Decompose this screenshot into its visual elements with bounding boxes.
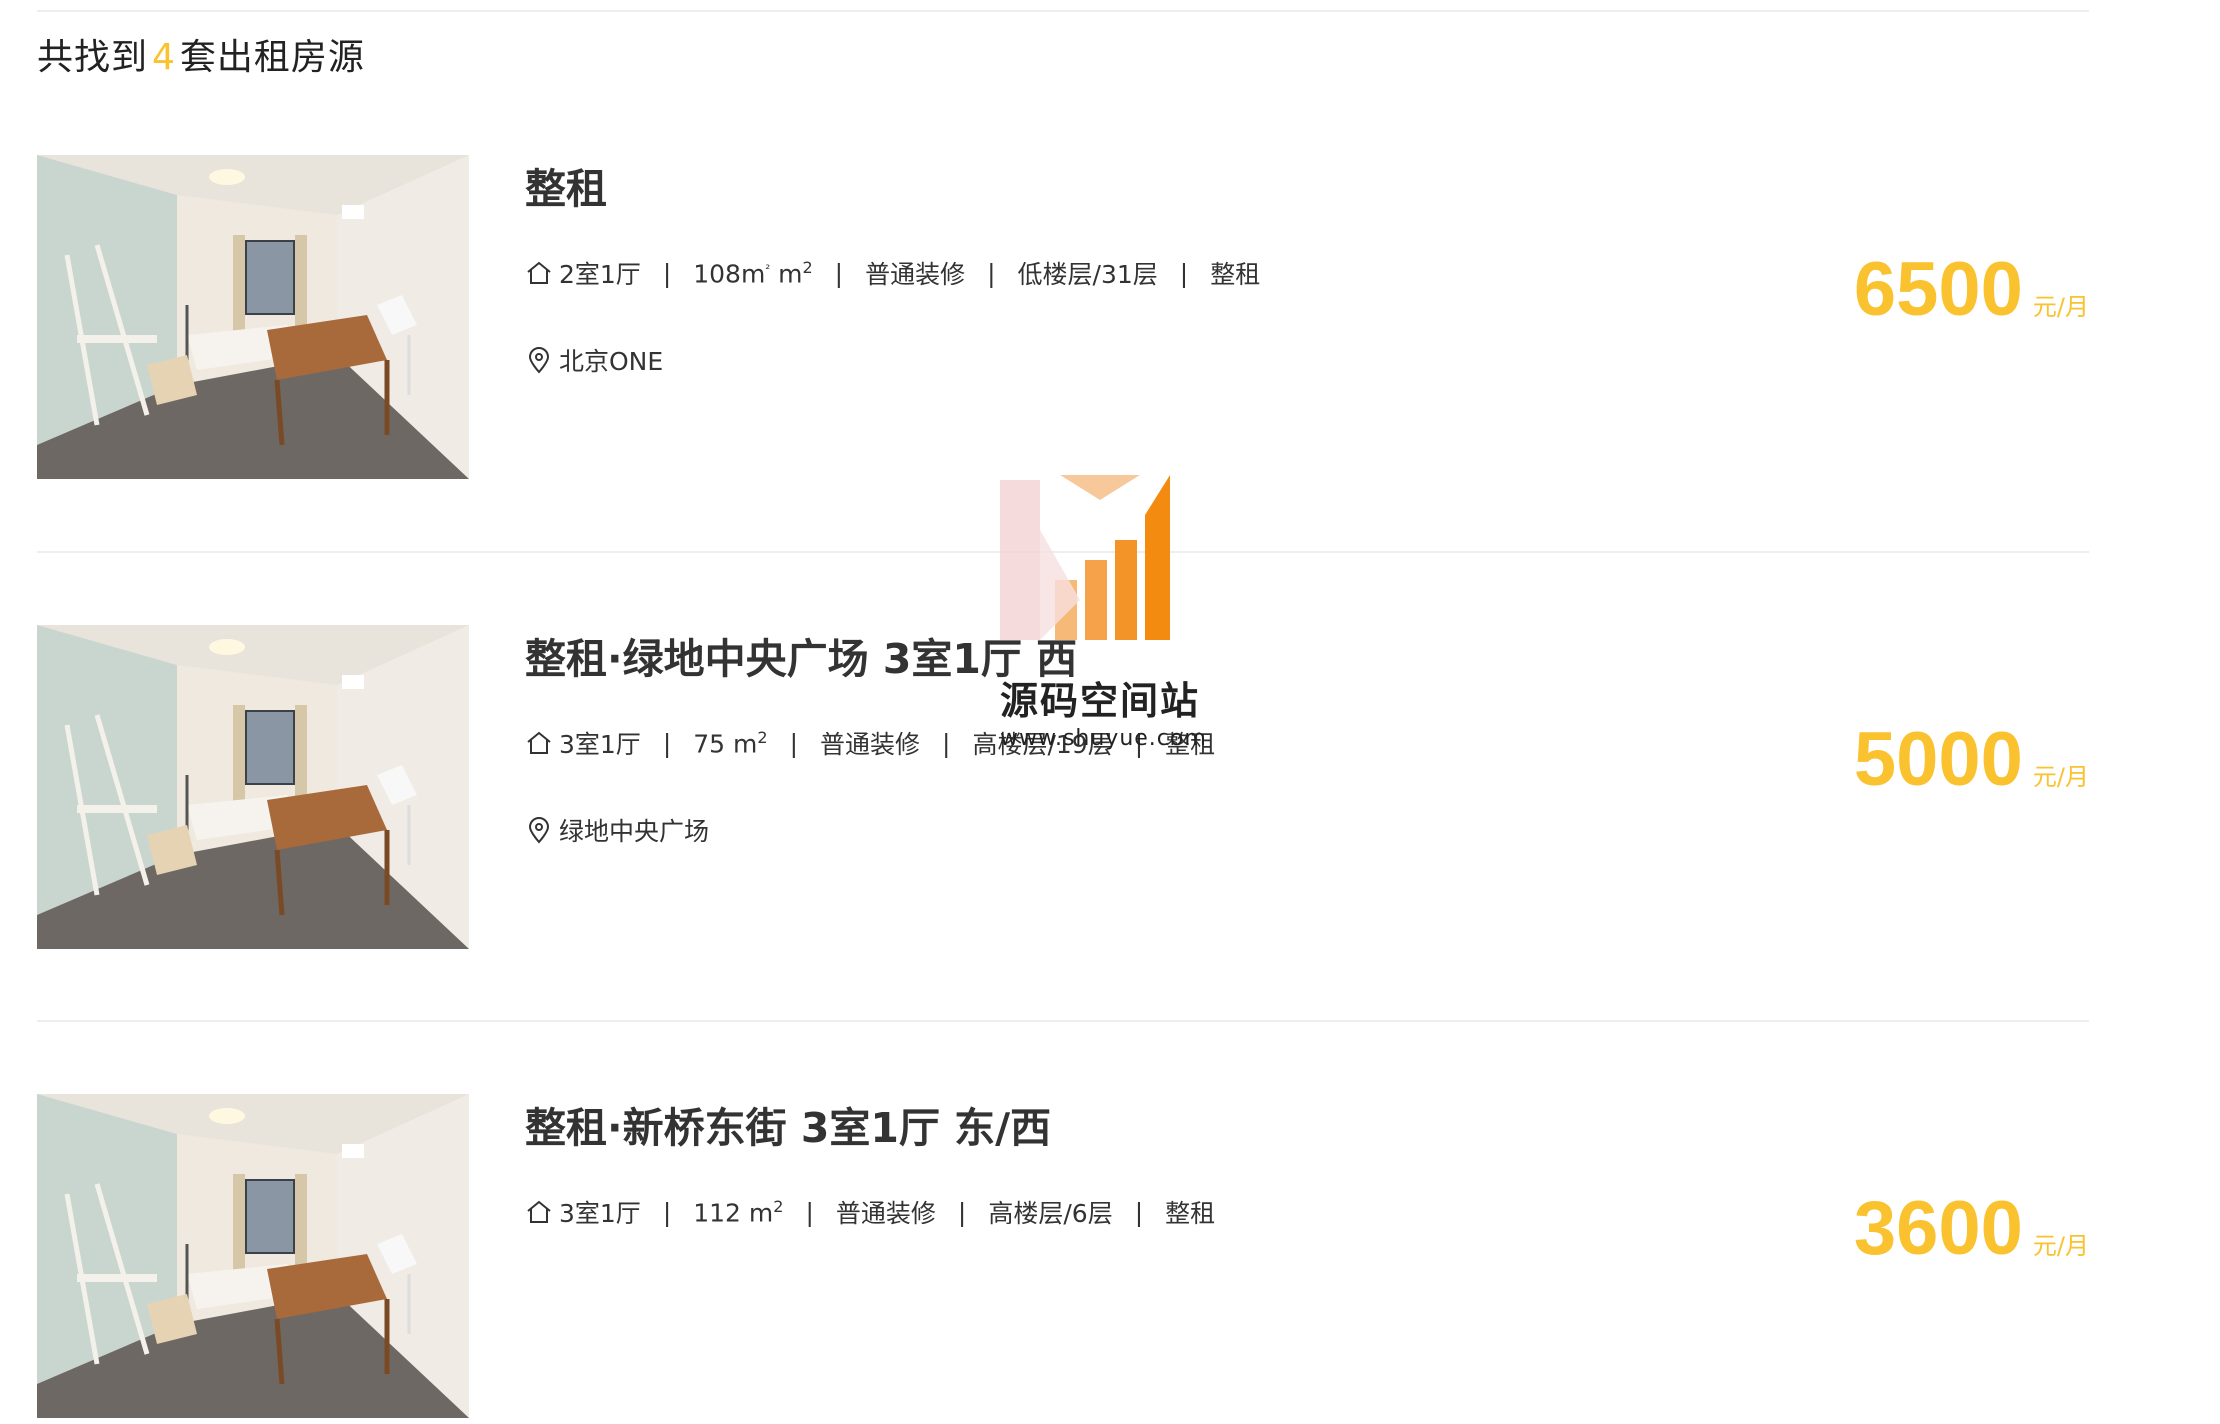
area-text: 75 m2 (693, 728, 767, 758)
listing-item[interactable]: 整租 2室1厅 | 108m² m2 | 普通装修 | 低楼层/31层 | 整租… (37, 155, 2089, 485)
price: 5000 元/月 (1854, 716, 2089, 803)
listing-divider (37, 1020, 2089, 1022)
separator: | (987, 258, 996, 288)
separator: | (1134, 1197, 1144, 1227)
separator: | (805, 1197, 814, 1227)
room-photo-image (37, 1094, 469, 1418)
count-number: 4 (152, 37, 176, 78)
area-value: 112 m (693, 1198, 774, 1228)
separator: | (662, 258, 672, 288)
floor-text: 高楼层/6层 (988, 1199, 1113, 1228)
layout-text: 2室1厅 (559, 260, 641, 289)
room-photo[interactable] (37, 155, 469, 479)
decoration-text: 普通装修 (835, 1199, 936, 1228)
area-text: 112 m2 (693, 1197, 783, 1227)
area-text: 108m² m2 (693, 258, 812, 288)
area-superscript: 2 (757, 727, 768, 747)
floor-text: 低楼层/31层 (1017, 260, 1158, 289)
listing-location: 绿地中央广场 (525, 812, 709, 848)
listing-location: 北京ONE (525, 342, 663, 378)
listing-attributes: 2室1厅 | 108m² m2 | 普通装修 | 低楼层/31层 | 整租 (525, 255, 1260, 291)
separator: | (957, 1197, 967, 1227)
room-photo[interactable] (37, 1094, 469, 1418)
price-unit: 元/月 (2032, 1232, 2089, 1260)
result-count-heading: 共找到 4 套出租房源 (37, 28, 365, 80)
area-value: 108m (693, 259, 766, 289)
price-amount: 5000 (1853, 717, 2023, 802)
room-photo[interactable] (37, 625, 469, 949)
layout-text: 3室1厅 (559, 1199, 641, 1228)
price-amount: 3600 (1853, 1186, 2023, 1271)
listing-attributes: 3室1厅 | 75 m2 | 普通装修 | 高楼层/19层 | 整租 (525, 725, 1215, 761)
listing-title[interactable]: 整租·新桥东街 3室1厅 东/西 (525, 1094, 1051, 1154)
location-pin-icon (525, 346, 553, 374)
separator: | (662, 1197, 672, 1227)
area-unit: m (778, 259, 803, 289)
separator: | (1134, 728, 1144, 758)
price-unit: 元/月 (2032, 763, 2089, 791)
area-superscript: 2 (773, 1196, 784, 1216)
separator: | (942, 728, 951, 758)
separator: | (834, 258, 844, 288)
rent-type-text: 整租 (1165, 1199, 1216, 1228)
price: 6500 元/月 (1854, 246, 2089, 333)
price-unit: 元/月 (2032, 293, 2089, 321)
house-icon (525, 729, 553, 757)
house-icon (525, 259, 553, 287)
count-suffix: 套出租房源 (179, 37, 365, 78)
area-value: 75 m (693, 729, 758, 759)
separator: | (662, 728, 672, 758)
floor-text: 高楼层/19层 (972, 730, 1113, 759)
room-photo-image (37, 155, 469, 479)
listing-item[interactable]: 整租·绿地中央广场 3室1厅 西 3室1厅 | 75 m2 | 普通装修 | 高… (37, 625, 2089, 955)
location-text: 北京ONE (559, 347, 664, 376)
location-pin-icon (525, 816, 553, 844)
listing-title[interactable]: 整租·绿地中央广场 3室1厅 西 (525, 625, 1077, 685)
rent-type-text: 整租 (1165, 730, 1216, 759)
decoration-text: 普通装修 (820, 730, 921, 759)
listing-title[interactable]: 整租 (525, 155, 607, 215)
area-superscript-small: ² (765, 261, 771, 276)
house-icon (525, 1198, 553, 1226)
decoration-text: 普通装修 (865, 260, 966, 289)
price: 3600 元/月 (1854, 1185, 2089, 1272)
price-amount: 6500 (1853, 247, 2023, 332)
count-prefix: 共找到 (37, 37, 149, 78)
room-photo-image (37, 625, 469, 949)
layout-text: 3室1厅 (559, 730, 641, 759)
top-rule (37, 10, 2089, 12)
rent-type-text: 整租 (1210, 260, 1261, 289)
listing-item[interactable]: 整租·新桥东街 3室1厅 东/西 3室1厅 | 112 m2 | 普通装修 | … (37, 1094, 2089, 1424)
location-text: 绿地中央广场 (559, 817, 710, 846)
listing-divider (37, 551, 2089, 553)
listing-attributes: 3室1厅 | 112 m2 | 普通装修 | 高楼层/6层 | 整租 (525, 1194, 1215, 1230)
separator: | (1179, 258, 1189, 288)
separator: | (789, 728, 798, 758)
area-superscript: 2 (802, 257, 813, 277)
